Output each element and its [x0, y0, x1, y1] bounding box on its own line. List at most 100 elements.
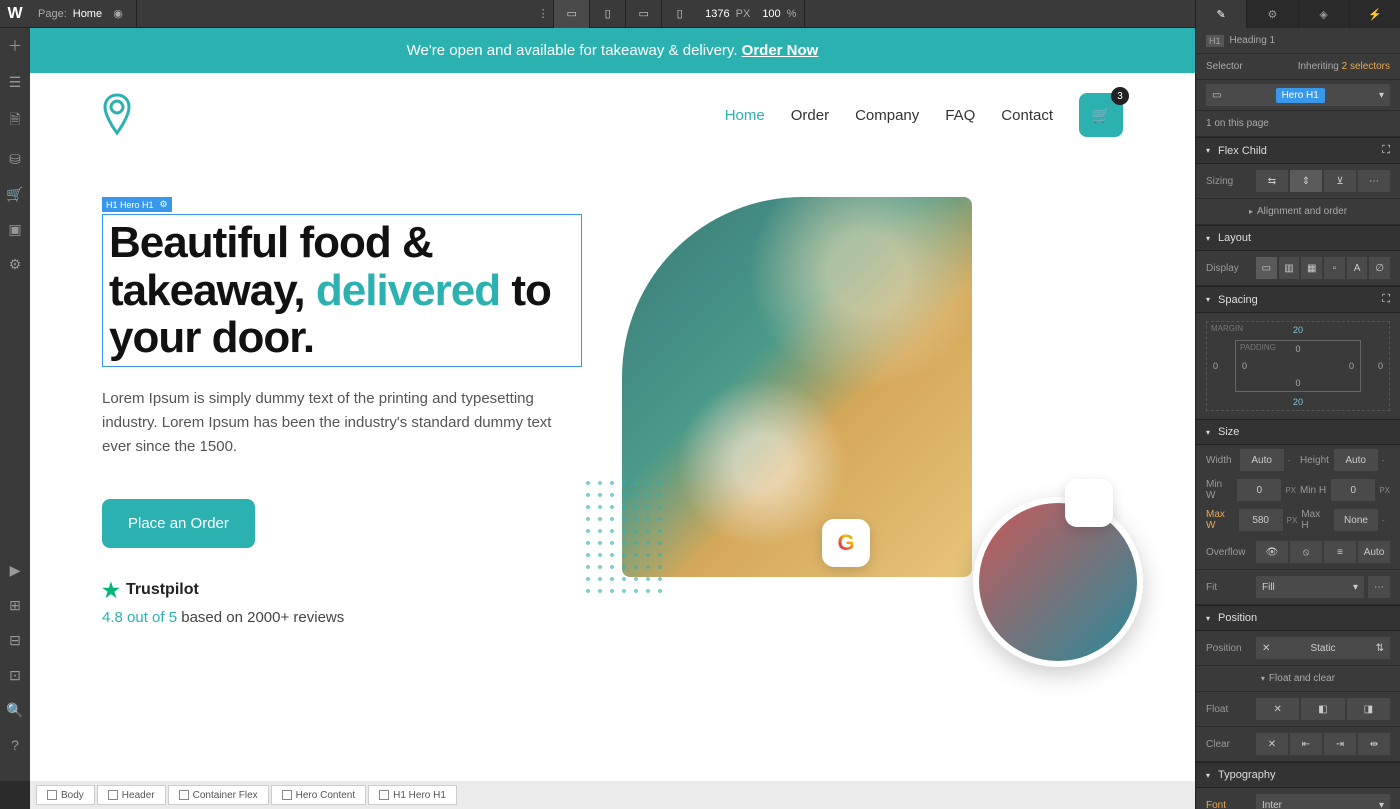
- nav-faq[interactable]: FAQ: [945, 107, 975, 124]
- sizing-grow-icon[interactable]: ⇕: [1290, 170, 1322, 192]
- width-input[interactable]: [1240, 449, 1284, 471]
- maxw-input[interactable]: [1239, 509, 1283, 531]
- star-icon: ★: [102, 578, 120, 603]
- position-dropdown[interactable]: ✕Static⇅: [1256, 637, 1390, 659]
- food-image: [622, 197, 972, 577]
- more-icon[interactable]: ⋮: [533, 4, 553, 24]
- gear-icon[interactable]: ⚙: [160, 199, 168, 210]
- assets-icon[interactable]: ▣: [8, 221, 21, 238]
- preview-icon[interactable]: ◉: [108, 4, 128, 24]
- display-inline-icon[interactable]: A: [1347, 257, 1368, 279]
- device-desktop-icon[interactable]: ▭: [553, 0, 589, 28]
- sizing-none-icon[interactable]: ⊻: [1324, 170, 1356, 192]
- display-inline-block-icon[interactable]: ▫: [1324, 257, 1345, 279]
- decorative-dots: [582, 477, 662, 597]
- clear-both-icon[interactable]: ⇹: [1358, 733, 1390, 755]
- search-icon[interactable]: 🔍: [6, 702, 23, 719]
- settings-tab-icon[interactable]: ⚙: [1246, 0, 1297, 28]
- layout-section[interactable]: Layout: [1218, 232, 1251, 244]
- float-clear-toggle[interactable]: Float and clear: [1269, 673, 1335, 684]
- sizing-shrink-icon[interactable]: ⇆: [1256, 170, 1288, 192]
- minw-input[interactable]: [1237, 479, 1281, 501]
- size-section[interactable]: Size: [1218, 426, 1239, 438]
- clear-right-icon[interactable]: ⇥: [1324, 733, 1356, 755]
- position-section[interactable]: Position: [1218, 612, 1257, 624]
- pct-unit: %: [787, 8, 797, 20]
- zoom-value[interactable]: 100: [762, 8, 780, 20]
- tool4-icon[interactable]: ⊡: [9, 667, 21, 684]
- font-dropdown[interactable]: Inter▾: [1256, 794, 1390, 809]
- device-mobile-icon[interactable]: ▯: [661, 0, 697, 28]
- hero-paragraph[interactable]: Lorem Ipsum is simply dummy text of the …: [102, 387, 572, 459]
- display-block-icon[interactable]: ▭: [1256, 257, 1277, 279]
- spacing-section[interactable]: Spacing: [1218, 294, 1258, 306]
- fit-dropdown[interactable]: Fill▾: [1256, 576, 1364, 598]
- float-right-icon[interactable]: ◨: [1347, 698, 1390, 720]
- device-tablet-icon[interactable]: ▯: [589, 0, 625, 28]
- display-flex-icon[interactable]: ▥: [1279, 257, 1300, 279]
- element-name: Heading 1: [1230, 35, 1276, 46]
- canvas[interactable]: We're open and available for takeaway & …: [30, 28, 1195, 781]
- selected-element-tag[interactable]: H1 Hero H1 ⚙: [102, 197, 172, 212]
- px-unit: PX: [736, 8, 751, 20]
- fit-more-icon[interactable]: ⋯: [1368, 576, 1390, 598]
- nav-company[interactable]: Company: [855, 107, 919, 124]
- cart-button[interactable]: 🛒 3: [1079, 93, 1123, 137]
- nav-order[interactable]: Order: [791, 107, 829, 124]
- nav-links: Home Order Company FAQ Contact 🛒 3: [725, 93, 1123, 137]
- page-name[interactable]: Home: [73, 8, 102, 20]
- float-none-icon[interactable]: ✕: [1256, 698, 1299, 720]
- place-order-button[interactable]: Place an Order: [102, 499, 255, 548]
- settings-icon[interactable]: ⚙: [9, 256, 22, 273]
- add-element-icon[interactable]: ＋: [8, 36, 22, 56]
- pages-icon[interactable]: 🗎: [9, 109, 20, 133]
- crumb-header[interactable]: Header: [97, 785, 166, 805]
- video-icon[interactable]: ▶: [10, 562, 21, 579]
- canvas-width-value[interactable]: 1376: [705, 8, 729, 20]
- order-now-link[interactable]: Order Now: [742, 42, 819, 59]
- interactions-tab-icon[interactable]: ◈: [1298, 0, 1349, 28]
- tool3-icon[interactable]: ⊟: [9, 632, 21, 649]
- expand-icon[interactable]: ⛶: [1382, 293, 1390, 306]
- clear-none-icon[interactable]: ✕: [1256, 733, 1288, 755]
- ecommerce-icon[interactable]: 🛒: [6, 186, 23, 203]
- hero-heading[interactable]: Beautiful food & takeaway, delivered to …: [102, 214, 582, 367]
- navigator-icon[interactable]: ☰: [9, 74, 22, 91]
- display-none-icon[interactable]: ∅: [1369, 257, 1390, 279]
- nav-contact[interactable]: Contact: [1001, 107, 1053, 124]
- nav-home[interactable]: Home: [725, 107, 765, 124]
- maxh-input[interactable]: [1334, 509, 1378, 531]
- crumb-hero-content[interactable]: Hero Content: [271, 785, 366, 805]
- height-input[interactable]: [1334, 449, 1378, 471]
- style-tab-icon[interactable]: ✎: [1195, 0, 1246, 28]
- site-nav: Home Order Company FAQ Contact 🛒 3: [30, 73, 1195, 157]
- webflow-logo-icon[interactable]: W: [0, 0, 30, 28]
- float-left-icon[interactable]: ◧: [1301, 698, 1344, 720]
- brand-logo-icon[interactable]: [102, 93, 132, 137]
- overflow-hidden-icon[interactable]: ⦸: [1290, 541, 1322, 563]
- effects-tab-icon[interactable]: ⚡: [1349, 0, 1400, 28]
- alignment-order-toggle[interactable]: Alignment and order: [1257, 206, 1347, 217]
- display-grid-icon[interactable]: ▦: [1301, 257, 1322, 279]
- help-icon[interactable]: ?: [11, 737, 19, 753]
- element-tag-badge: H1: [1206, 35, 1224, 47]
- crumb-body[interactable]: Body: [36, 785, 95, 805]
- selector-dropdown[interactable]: ▭ Hero H1 ▾: [1206, 84, 1390, 106]
- cart-count-badge: 3: [1111, 87, 1129, 105]
- sizing-more-icon[interactable]: ⋯: [1358, 170, 1390, 192]
- crumb-hero-h1[interactable]: H1 Hero H1: [368, 785, 457, 805]
- audit-icon[interactable]: ⊞: [9, 597, 21, 614]
- cms-icon[interactable]: ⛁: [9, 151, 21, 168]
- clear-left-icon[interactable]: ⇤: [1290, 733, 1322, 755]
- overflow-visible-icon[interactable]: 👁: [1256, 541, 1288, 563]
- spacing-editor[interactable]: MARGIN 20 20 0 0 PADDING 0 0 0 0: [1206, 321, 1390, 411]
- device-tablet-landscape-icon[interactable]: ▭: [625, 0, 661, 28]
- crumb-container[interactable]: Container Flex: [168, 785, 269, 805]
- minh-input[interactable]: [1331, 479, 1375, 501]
- overflow-scroll-icon[interactable]: ≡: [1324, 541, 1356, 563]
- inheriting-link[interactable]: 2 selectors: [1342, 61, 1390, 72]
- typography-section[interactable]: Typography: [1218, 769, 1275, 781]
- overflow-auto-button[interactable]: Auto: [1358, 541, 1390, 563]
- expand-icon[interactable]: ⛶: [1382, 144, 1390, 157]
- flex-child-section[interactable]: Flex Child: [1218, 145, 1267, 157]
